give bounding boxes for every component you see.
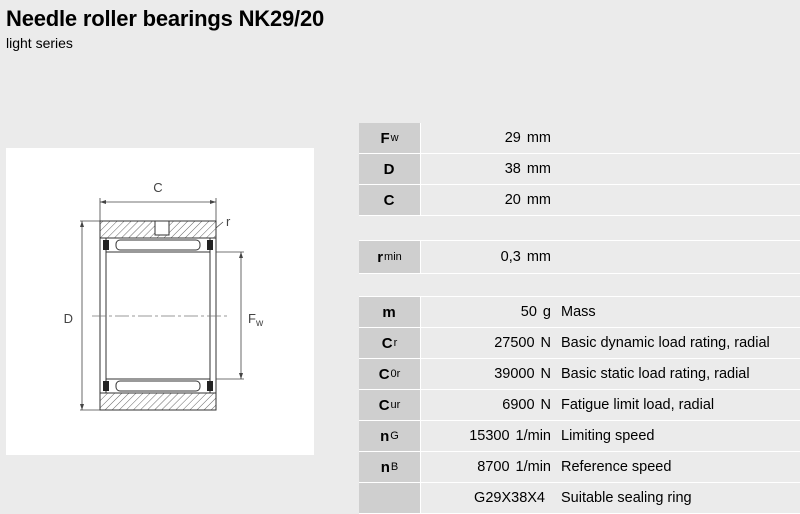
bearing-drawing: C r D Fw <box>6 148 314 455</box>
symbol-cell: r min <box>359 241 421 273</box>
dim-d-label: D <box>64 311 73 326</box>
description-cell: Reference speed <box>557 452 800 482</box>
description-cell: Basic static load rating, radial <box>557 359 800 389</box>
value-cell: 15300 1/min <box>421 421 557 451</box>
symbol-cell: Cur <box>359 390 421 420</box>
table-row: C 0r 39000 N Basic static load rating, rad… <box>359 359 800 390</box>
description-cell: Suitable sealing ring <box>557 483 800 513</box>
symbol-cell: D <box>359 154 421 184</box>
table-row: m 50 g Mass <box>359 297 800 328</box>
description-cell: Mass <box>557 297 800 327</box>
value-cell: 0,3 mm <box>421 241 557 273</box>
description-cell <box>557 123 800 153</box>
value-cell: 50 g <box>421 297 557 327</box>
radius-rows: r min 0,3 mm <box>359 241 800 274</box>
value-cell: 20 mm <box>421 185 557 215</box>
description-cell: Fatigue limit load, radial <box>557 390 800 420</box>
table-row: Cr 27500 N Basic dynamic load rating, rad… <box>359 328 800 359</box>
table-row: Cur 6900 N Fatigue limit load, radial <box>359 390 800 421</box>
value-cell: G29X38X4 <box>421 483 557 513</box>
property-rows: m 50 g Mass Cr 27500 N Basic dynamic load … <box>359 297 800 514</box>
description-cell <box>557 185 800 215</box>
symbol-cell: C <box>359 185 421 215</box>
page-title: Needle roller bearings NK29/20 <box>6 6 325 31</box>
dimension-rows: Fw 29 mm D 38 mm C 20 mm <box>359 123 800 216</box>
symbol-cell: C 0r <box>359 359 421 389</box>
row-spacer <box>359 216 800 241</box>
description-cell <box>557 154 800 184</box>
table-row: Fw 29 mm <box>359 123 800 154</box>
symbol-cell: Fw <box>359 123 421 153</box>
value-cell: 8700 1/min <box>421 452 557 482</box>
spec-table: Fw 29 mm D 38 mm C 20 mm r min 0,3 mm m 50 g M… <box>359 123 800 514</box>
symbol-cell: nB <box>359 452 421 482</box>
table-row: r min 0,3 mm <box>359 241 800 274</box>
symbol-cell: m <box>359 297 421 327</box>
table-row: G29X38X4 Suitable sealing ring <box>359 483 800 514</box>
value-cell: 29 mm <box>421 123 557 153</box>
value-cell: 38 mm <box>421 154 557 184</box>
description-cell: Basic dynamic load rating, radial <box>557 328 800 358</box>
table-row: C 20 mm <box>359 185 800 216</box>
symbol-cell <box>359 483 421 513</box>
dim-r-label: r <box>226 214 231 229</box>
symbol-cell: nG <box>359 421 421 451</box>
table-row: nG 15300 1/min Limiting speed <box>359 421 800 452</box>
description-cell: Limiting speed <box>557 421 800 451</box>
dim-fw-label: Fw <box>248 311 264 329</box>
table-row: D 38 mm <box>359 154 800 185</box>
table-row: nB 8700 1/min Reference speed <box>359 452 800 483</box>
description-cell <box>557 241 800 273</box>
page-subtitle: light series <box>6 35 73 51</box>
symbol-cell: Cr <box>359 328 421 358</box>
dim-c-label: C <box>153 180 162 195</box>
row-spacer <box>359 274 800 297</box>
value-cell: 39000 N <box>421 359 557 389</box>
value-cell: 6900 N <box>421 390 557 420</box>
value-cell: 27500 N <box>421 328 557 358</box>
